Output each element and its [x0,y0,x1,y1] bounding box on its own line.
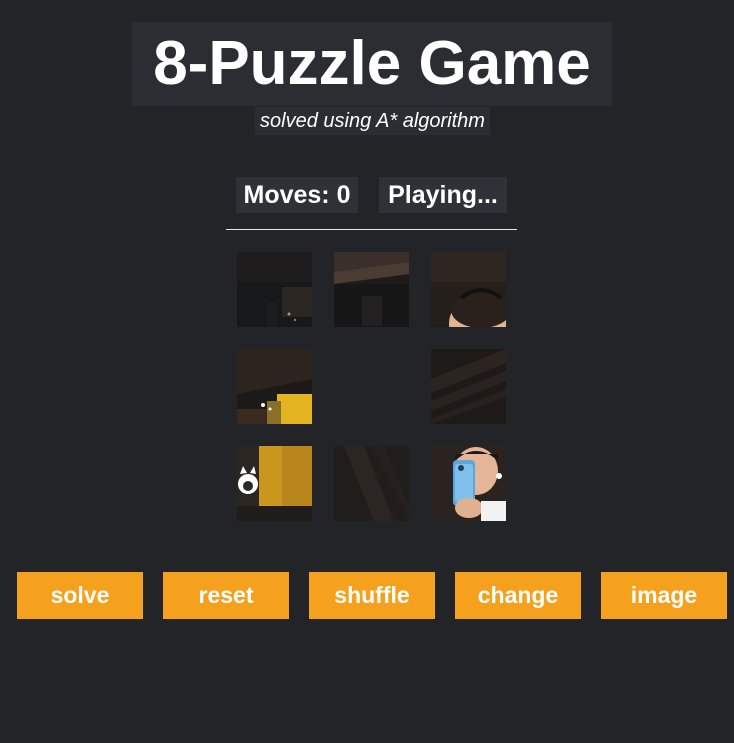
tile-image [237,446,312,521]
reset-button[interactable]: reset [163,572,289,619]
page-subtitle: solved using A* algorithm [255,107,490,135]
game-state: Playing... [379,177,507,213]
puzzle-tile[interactable] [237,252,312,327]
moves-label: Moves: [243,181,330,209]
tile-image [431,349,506,424]
puzzle-tile[interactable] [237,349,312,424]
shuffle-button[interactable]: shuffle [309,572,435,619]
puzzle-tile[interactable] [431,349,506,424]
moves-count: 0 [336,181,351,209]
tile-image [431,446,506,521]
tile-image [431,252,506,327]
tile-image [334,252,409,327]
image-button[interactable]: image [601,572,727,619]
puzzle-tile[interactable] [431,446,506,521]
solve-button[interactable]: solve [17,572,143,619]
change-button[interactable]: change [455,572,581,619]
puzzle-tile[interactable] [237,446,312,521]
tile-image [237,252,312,327]
page-title: 8-Puzzle Game [132,22,612,106]
tile-image [237,349,312,424]
divider [226,229,517,230]
moves-counter: Moves: 0 [236,177,358,213]
tile-image [334,446,409,521]
puzzle-tile[interactable] [334,446,409,521]
puzzle-tile[interactable] [334,252,409,327]
puzzle-tile[interactable] [431,252,506,327]
